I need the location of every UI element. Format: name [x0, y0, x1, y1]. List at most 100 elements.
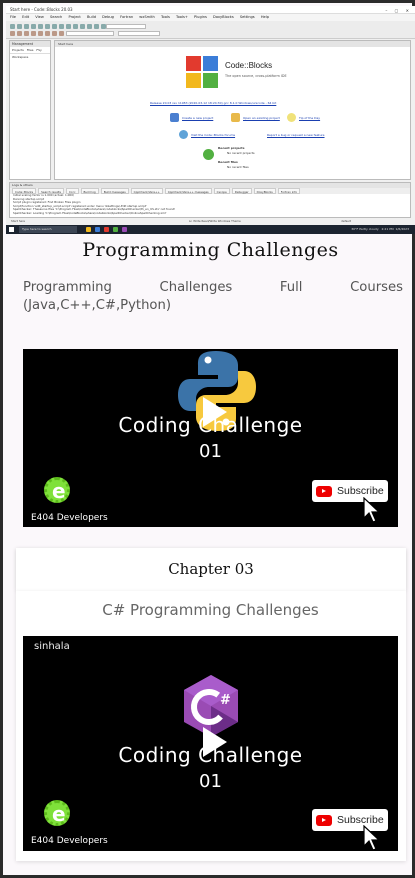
tab-files[interactable]: Files: [27, 48, 34, 52]
chrome-icon[interactable]: [104, 227, 109, 232]
step-icon[interactable]: [17, 31, 22, 36]
status-mid: Ln Write Read/Write Windows Theme: [189, 219, 241, 223]
play-icon[interactable]: [203, 397, 227, 427]
new-project-icon[interactable]: [170, 113, 179, 122]
menu-item[interactable]: Project: [69, 15, 81, 19]
clock-date: 1/6/2023: [395, 227, 409, 231]
menu-item[interactable]: Fortran: [120, 15, 133, 19]
comment-icon[interactable]: [59, 31, 64, 36]
windows-start-icon[interactable]: [9, 227, 14, 232]
workspace-node[interactable]: Workspace: [10, 54, 50, 60]
menu-item[interactable]: Search: [50, 15, 62, 19]
stop-debug-icon[interactable]: [38, 31, 43, 36]
taskbar: Type here to search 30°F Partly cloudy 2…: [6, 225, 415, 234]
tip-bulb-icon[interactable]: [287, 113, 296, 122]
undo-icon[interactable]: [38, 24, 43, 29]
taskbar-search[interactable]: Type here to search: [19, 226, 77, 233]
recent-icon: [203, 149, 214, 160]
replace-icon[interactable]: [80, 24, 85, 29]
run-icon[interactable]: [94, 24, 99, 29]
tab-start-here[interactable]: Start here: [58, 42, 73, 46]
vs-icon[interactable]: [122, 227, 127, 232]
scope-select[interactable]: [118, 31, 160, 36]
save-all-icon[interactable]: [31, 24, 36, 29]
menu-item[interactable]: Edit: [22, 15, 29, 19]
menu-item[interactable]: Build: [87, 15, 96, 19]
tab-fsy[interactable]: FSy: [36, 48, 41, 52]
chapter-card: Chapter 03: [16, 548, 406, 591]
open-project-link[interactable]: Open an existing project: [243, 116, 280, 120]
toolbar: [6, 21, 415, 39]
subscribe-label: Subscribe: [337, 485, 384, 497]
step-out-icon[interactable]: [31, 31, 36, 36]
open-project-icon[interactable]: [231, 113, 240, 122]
paste-icon[interactable]: [66, 24, 71, 29]
log-tab[interactable]: CppCheck/Vera++ messages: [164, 188, 212, 194]
log-tab[interactable]: DoxyBlocks: [253, 188, 276, 194]
forums-icon[interactable]: [179, 130, 188, 139]
create-project-link[interactable]: Create a new project: [182, 116, 213, 120]
log-tab[interactable]: CppCheck/Vera++: [130, 188, 163, 194]
redo-icon[interactable]: [45, 24, 50, 29]
step-into-icon[interactable]: [24, 31, 29, 36]
menu-item[interactable]: Plugins: [194, 15, 207, 19]
video-thumbnail-csharp[interactable]: sinhala # Coding Challenge 01 e E404 Dev…: [23, 636, 398, 851]
chapter-title: Chapter 03: [168, 560, 254, 578]
recent-projects-title: Recent projects: [218, 146, 245, 150]
menu-item[interactable]: Help: [261, 15, 269, 19]
log-tab[interactable]: Build log: [80, 188, 99, 194]
editor-tabbar: Start here: [55, 41, 410, 47]
window-title: Start here - Code::Blocks 20.03: [10, 7, 73, 12]
management-panel: Management Projects Files FSy Workspace: [9, 40, 51, 180]
symbol-select[interactable]: [66, 31, 114, 36]
explorer-icon[interactable]: [86, 227, 91, 232]
debug-icon[interactable]: [10, 31, 15, 36]
window-titlebar: Start here - Code::Blocks 20.03 – ▢ ✕: [6, 6, 415, 14]
video1-brand: E404 Developers: [31, 513, 108, 523]
doxy-icon[interactable]: [52, 31, 57, 36]
save-icon[interactable]: [24, 24, 29, 29]
menu-item[interactable]: View: [35, 15, 44, 19]
weather-text: 30°F Partly cloudy: [351, 227, 379, 231]
e404-logo-icon: e E404 Developers: [31, 477, 108, 523]
menu-item[interactable]: Debug: [102, 15, 114, 19]
play-icon[interactable]: [203, 727, 227, 757]
menu-item[interactable]: wxSmith: [139, 15, 155, 19]
recent-projects-empty: No recent projects: [227, 151, 255, 155]
menu-item[interactable]: Tools: [161, 15, 170, 19]
toolbar-icons-row2: [10, 31, 64, 36]
build-target-select[interactable]: [106, 24, 146, 29]
youtube-icon: [316, 485, 332, 497]
window-controls[interactable]: – ▢ ✕: [385, 7, 412, 15]
log-tab[interactable]: Fortran info: [277, 188, 300, 194]
release-link[interactable]: Release 20.03 rev 11983 (2020-03-12 18:2…: [150, 101, 276, 105]
watch-icon[interactable]: [45, 31, 50, 36]
log-tab[interactable]: Cscope: [213, 188, 230, 194]
start-here-page: Start here Code::Blocks The open source,…: [54, 40, 411, 180]
menu-item[interactable]: Tools+: [176, 15, 188, 19]
menu-item[interactable]: Settings: [240, 15, 255, 19]
tab-projects[interactable]: Projects: [12, 48, 24, 52]
video2-line2: 01: [199, 771, 222, 792]
logs-panel: Logs & others Code::Blocks Search result…: [9, 182, 411, 218]
video-thumbnail-python[interactable]: Coding Challenge 01 e E404 Developers Su…: [23, 349, 398, 527]
new-file-icon[interactable]: [10, 24, 15, 29]
forums-link[interactable]: Visit the Code::Blocks forums: [191, 133, 235, 137]
management-tabs: Projects Files FSy: [10, 47, 50, 54]
codeblocks-task-icon[interactable]: [113, 227, 118, 232]
menu-item[interactable]: DoxyBlocks: [213, 15, 234, 19]
recent-files-empty: No recent files: [227, 165, 249, 169]
open-icon[interactable]: [17, 24, 22, 29]
log-tab[interactable]: Debugger: [231, 188, 252, 194]
menu-item[interactable]: File: [10, 15, 16, 19]
copy-icon[interactable]: [59, 24, 64, 29]
build-icon[interactable]: [87, 24, 92, 29]
find-icon[interactable]: [73, 24, 78, 29]
edge-icon[interactable]: [95, 227, 100, 232]
section-subtitle: C# Programming Challenges: [102, 601, 319, 619]
tip-link[interactable]: Tip of the Day: [299, 116, 320, 120]
intro-text: Programming Challenges Full Courses (Jav…: [23, 280, 403, 313]
report-bug-link[interactable]: Report a bug or request a new feature: [267, 133, 325, 137]
log-tab[interactable]: Build messages: [100, 188, 129, 194]
cut-icon[interactable]: [52, 24, 57, 29]
